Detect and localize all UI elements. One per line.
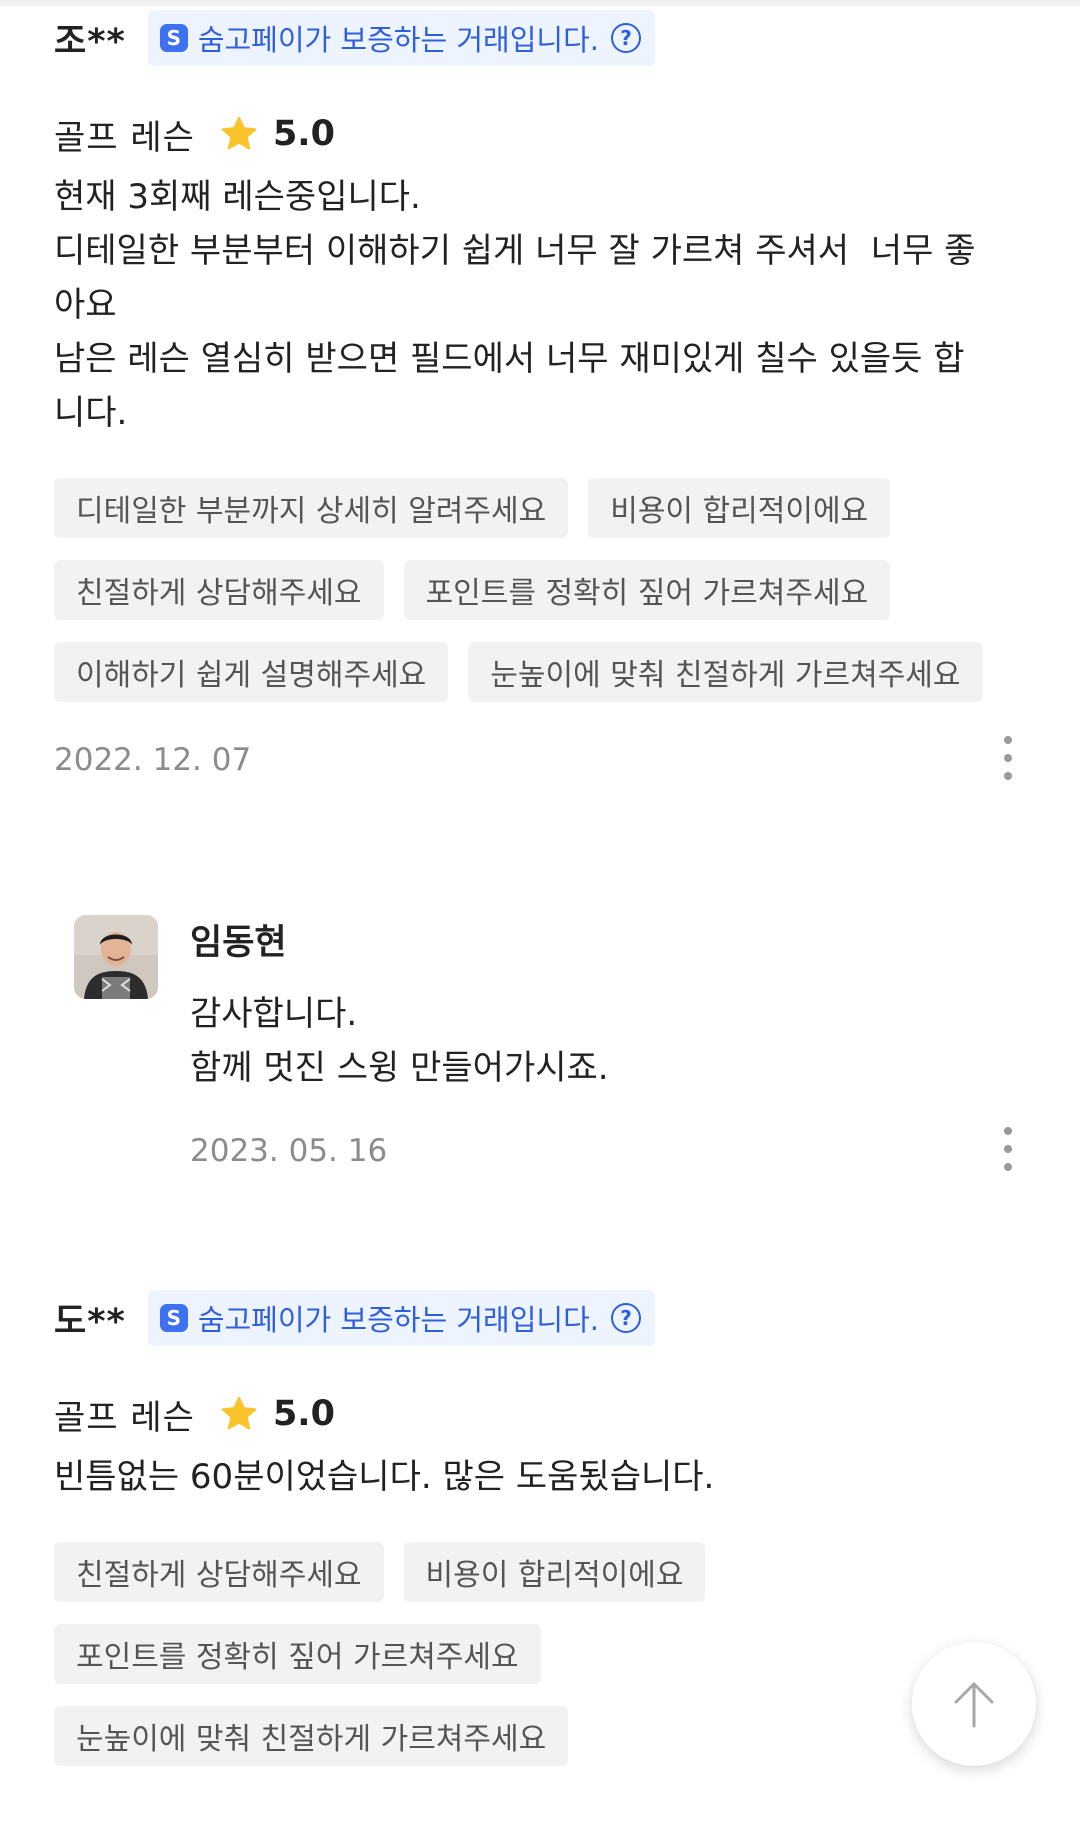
review-tag: 포인트를 정확히 짚어 가르쳐주세요 (403, 560, 891, 620)
question-circle-icon[interactable]: ? (611, 1303, 641, 1333)
reply-text: 감사합니다. 함께 멋진 스윙 만들어가시죠. (190, 994, 609, 1088)
review-tag: 친절하게 상담해주세요 (54, 560, 384, 620)
reply-date: 2023. 05. 16 (190, 1133, 388, 1169)
reviewer-name: 도** (54, 1301, 126, 1342)
soomgo-pay-icon: S (159, 1304, 188, 1332)
star-icon (221, 116, 257, 150)
service-name: 골프 레슨 (54, 1397, 195, 1438)
arrow-up-icon (954, 1682, 994, 1728)
pay-guarantee-badge[interactable]: S 숨고페이가 보증하는 거래입니다. ? (147, 1290, 655, 1346)
review-tags: 디테일한 부분까지 상세히 알려주세요 비용이 합리적이에요 친절하게 상담해주… (54, 478, 1016, 724)
reply-author-name: 임동현 (190, 923, 287, 963)
review-footer: 2022. 12. 07 (54, 736, 1016, 786)
pay-guarantee-text: 숨고페이가 보증하는 거래입니다. (197, 1303, 599, 1337)
review-date: 2022. 12. 07 (54, 742, 252, 778)
review-tag: 이해하기 쉽게 설명해주세요 (54, 642, 449, 702)
reviewer-name: 조** (54, 21, 126, 62)
review-tags: 친절하게 상담해주세요 비용이 합리적이에요 포인트를 정확히 짚어 가르쳐주세… (54, 1542, 1016, 1788)
reply-content: 임동현 감사합니다. 함께 멋진 스윙 만들어가시죠. 2023. 05. 16 (190, 915, 1016, 1177)
top-divider (0, 0, 1080, 6)
pay-guarantee-badge[interactable]: S 숨고페이가 보증하는 거래입니다. ? (147, 10, 655, 66)
review-tag: 친절하게 상담해주세요 (54, 1542, 384, 1602)
review-tag: 눈높이에 맞춰 친절하게 가르쳐주세요 (54, 1706, 569, 1766)
more-vertical-icon[interactable] (1000, 1127, 1016, 1171)
review-text: 현재 3회째 레슨중입니다. 디테일한 부분부터 이해하기 쉽게 너무 잘 가르… (54, 177, 976, 433)
service-rating-row: 골프 레슨 5.0 (54, 112, 1016, 158)
more-vertical-icon[interactable] (1000, 736, 1016, 780)
rating-value: 5.0 (272, 1394, 335, 1434)
review-header: 조** S 숨고페이가 보증하는 거래입니다. ? (54, 10, 1016, 66)
service-rating-row: 골프 레슨 5.0 (54, 1392, 1016, 1438)
review-header: 도** S 숨고페이가 보증하는 거래입니다. ? (54, 1290, 1016, 1346)
rating-value: 5.0 (272, 114, 335, 154)
pay-guarantee-text: 숨고페이가 보증하는 거래입니다. (197, 23, 599, 57)
review-text: 빈틈없는 60분이었습니다. 많은 도움됬습니다. (54, 1457, 715, 1497)
review-tag: 눈높이에 맞춰 친절하게 가르쳐주세요 (468, 642, 983, 702)
star-icon (221, 1396, 257, 1430)
review-tag: 비용이 합리적이에요 (588, 478, 891, 538)
review-tag: 디테일한 부분까지 상세히 알려주세요 (54, 478, 569, 538)
question-circle-icon[interactable]: ? (611, 23, 641, 53)
service-name: 골프 레슨 (54, 117, 195, 158)
review-card: 조** S 숨고페이가 보증하는 거래입니다. ? 골프 레슨 5.0 현재 3… (54, 10, 1016, 786)
soomgo-pay-icon: S (159, 24, 188, 52)
reply-footer: 2023. 05. 16 (190, 1127, 1016, 1177)
review-card: 도** S 숨고페이가 보증하는 거래입니다. ? 골프 레슨 5.0 빈틈없는… (54, 1290, 1016, 1788)
avatar (74, 915, 158, 999)
review-tag: 비용이 합리적이에요 (403, 1542, 706, 1602)
scroll-to-top-button[interactable] (912, 1642, 1036, 1766)
review-tag: 포인트를 정확히 짚어 가르쳐주세요 (54, 1624, 541, 1684)
